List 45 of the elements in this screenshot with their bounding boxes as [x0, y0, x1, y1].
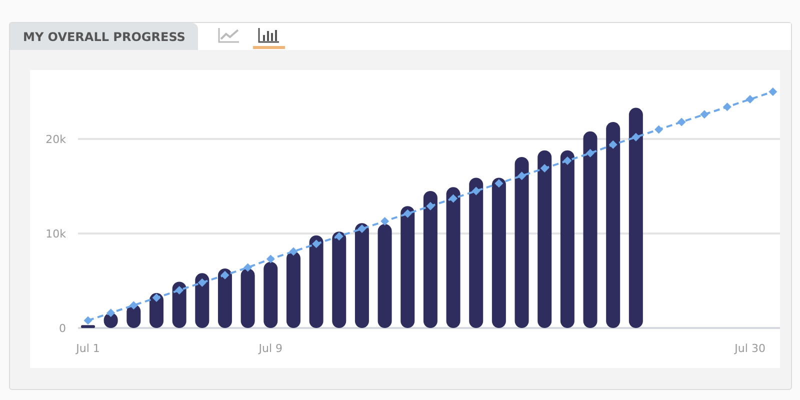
y-axis-label: 0: [59, 322, 66, 335]
point: [289, 247, 298, 256]
bar: [81, 325, 95, 328]
y-axis-label: 10k: [46, 228, 66, 240]
point: [266, 254, 275, 264]
point: [198, 278, 206, 287]
point: [608, 140, 618, 149]
bar: [240, 268, 255, 328]
point: [746, 95, 754, 104]
point: [175, 286, 184, 294]
x-axis-label: Jul 30: [734, 342, 766, 355]
point: [380, 216, 390, 226]
x-axis-label: Jul 9: [258, 342, 283, 355]
point: [540, 164, 549, 173]
x-axis-label: Jul 1: [76, 342, 100, 355]
point: [677, 118, 686, 126]
point: [84, 316, 92, 325]
point: [334, 232, 344, 241]
point: [586, 148, 595, 158]
panel-title: MY OVERALL PROGRESS: [10, 23, 198, 50]
point: [563, 156, 572, 165]
point: [403, 209, 412, 218]
bar: [264, 262, 278, 328]
point: [129, 301, 138, 310]
point: [244, 263, 252, 272]
y-axis-label: 20k: [46, 133, 66, 146]
point: [494, 179, 504, 188]
point: [722, 102, 732, 112]
point: [449, 194, 458, 203]
point: [632, 132, 640, 142]
point: [472, 186, 480, 196]
point: [106, 308, 116, 318]
point: [312, 240, 321, 248]
bar: [218, 268, 232, 328]
point: [654, 125, 663, 134]
point: [768, 87, 778, 96]
point: [152, 294, 161, 302]
point: [700, 110, 709, 119]
point: [358, 224, 366, 234]
bar: [172, 282, 186, 328]
bar: [150, 293, 164, 328]
point: [220, 270, 230, 280]
point: [518, 172, 526, 180]
bar: [195, 273, 210, 328]
point: [426, 202, 435, 210]
